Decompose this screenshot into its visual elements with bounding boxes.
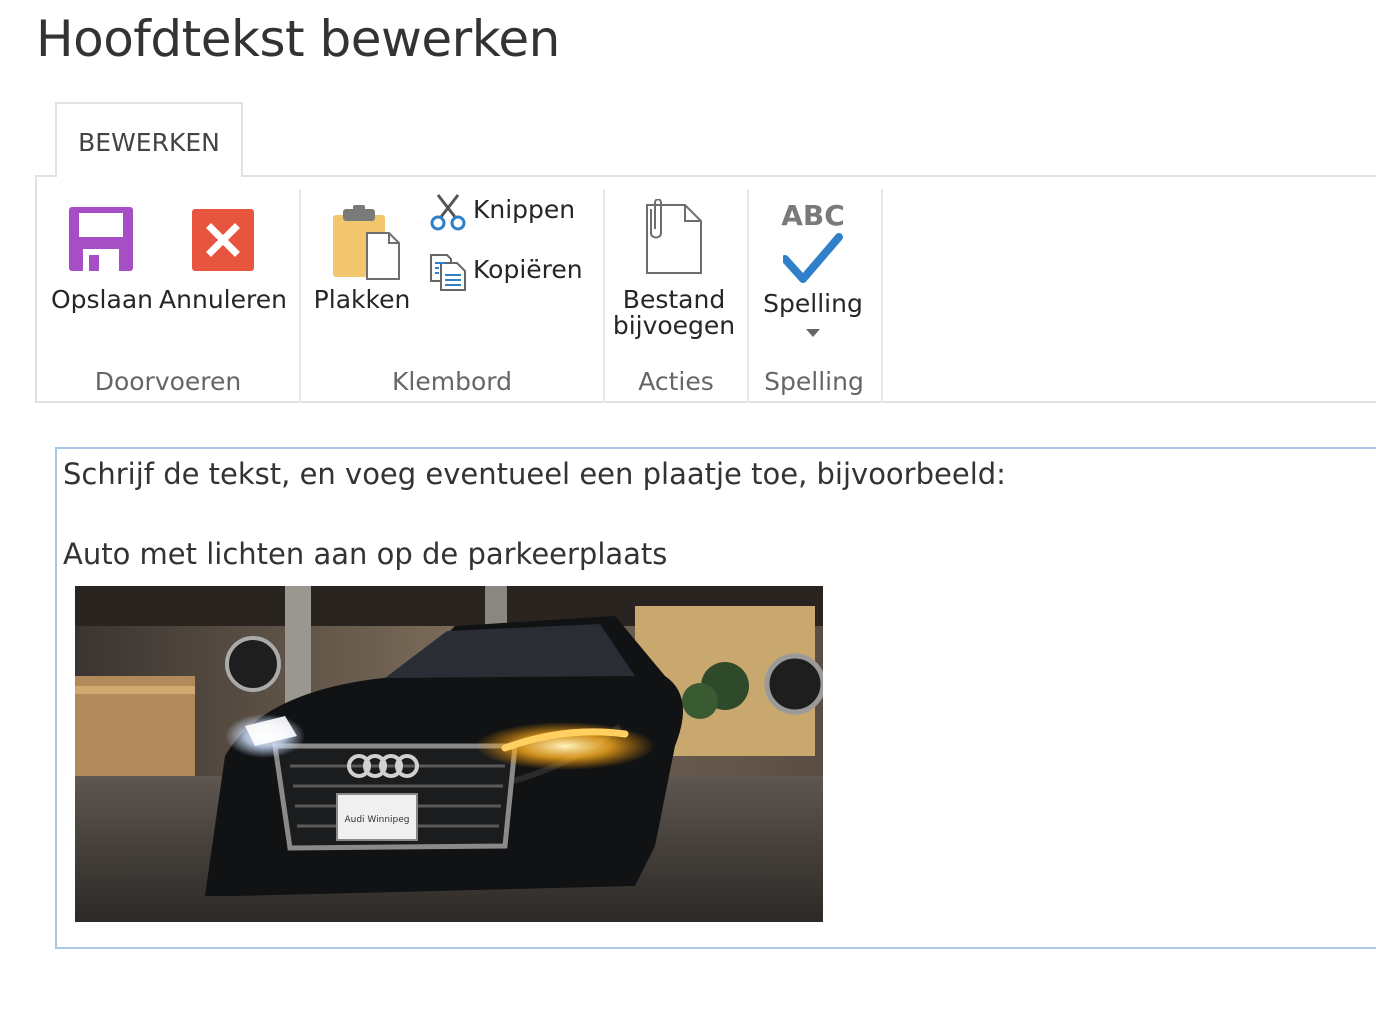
editor-line-2: Auto met lichten aan op de parkeerplaats [63,537,668,571]
group-label-doorvoeren: Doorvoeren [94,367,242,396]
ribbon: Opslaan Annuleren Doorvoeren Plakken Kni… [35,175,1376,403]
save-label: Opslaan [50,285,153,314]
tab-bewerken[interactable]: BEWERKEN [55,102,243,177]
group-label-spelling: Spelling [764,367,864,396]
cancel-x-icon [192,209,254,271]
copy-button[interactable]: Kopiëren [427,253,607,293]
page-title: Hoofdtekst bewerken [36,10,560,68]
copy-icon [430,254,466,291]
paperclip-file-icon [646,199,702,274]
cancel-label: Annuleren [159,285,287,314]
chevron-down-icon[interactable] [806,329,820,337]
attach-file-button[interactable]: Bestand bijvoegen [609,199,739,349]
group-separator [881,189,883,403]
group-label-klembord: Klembord [392,367,512,396]
attach-label-line1: Bestand [622,285,726,314]
cut-button[interactable]: Knippen [427,193,597,233]
plate-caption: Audi Winnipeg [344,815,409,825]
car-image: Audi Winnipeg [75,586,823,922]
cancel-button[interactable]: Annuleren [159,203,287,323]
paste-button[interactable]: Plakken [307,203,417,323]
cut-label: Knippen [473,195,576,224]
copy-label: Kopiëren [473,255,583,284]
group-label-acties: Acties [638,367,714,396]
tab-label: BEWERKEN [78,128,220,157]
floppy-disk-icon [69,207,133,271]
editor-line-1: Schrijf de tekst, en voeg eventueel een … [63,457,1006,491]
paste-label: Plakken [313,285,411,314]
spelling-button[interactable]: ABC Spelling [753,199,873,349]
attach-label-line2: bijvoegen [612,311,736,340]
abc-text: ABC [781,199,845,232]
car-photo[interactable]: Audi Winnipeg [75,586,823,922]
save-button[interactable]: Opslaan [47,203,157,323]
scissors-icon [430,194,466,231]
clipboard-icon [333,205,400,280]
spelling-label: Spelling [763,289,863,318]
rich-text-editor[interactable]: Schrijf de tekst, en voeg eventueel een … [55,447,1376,949]
abc-check-icon [783,233,843,283]
